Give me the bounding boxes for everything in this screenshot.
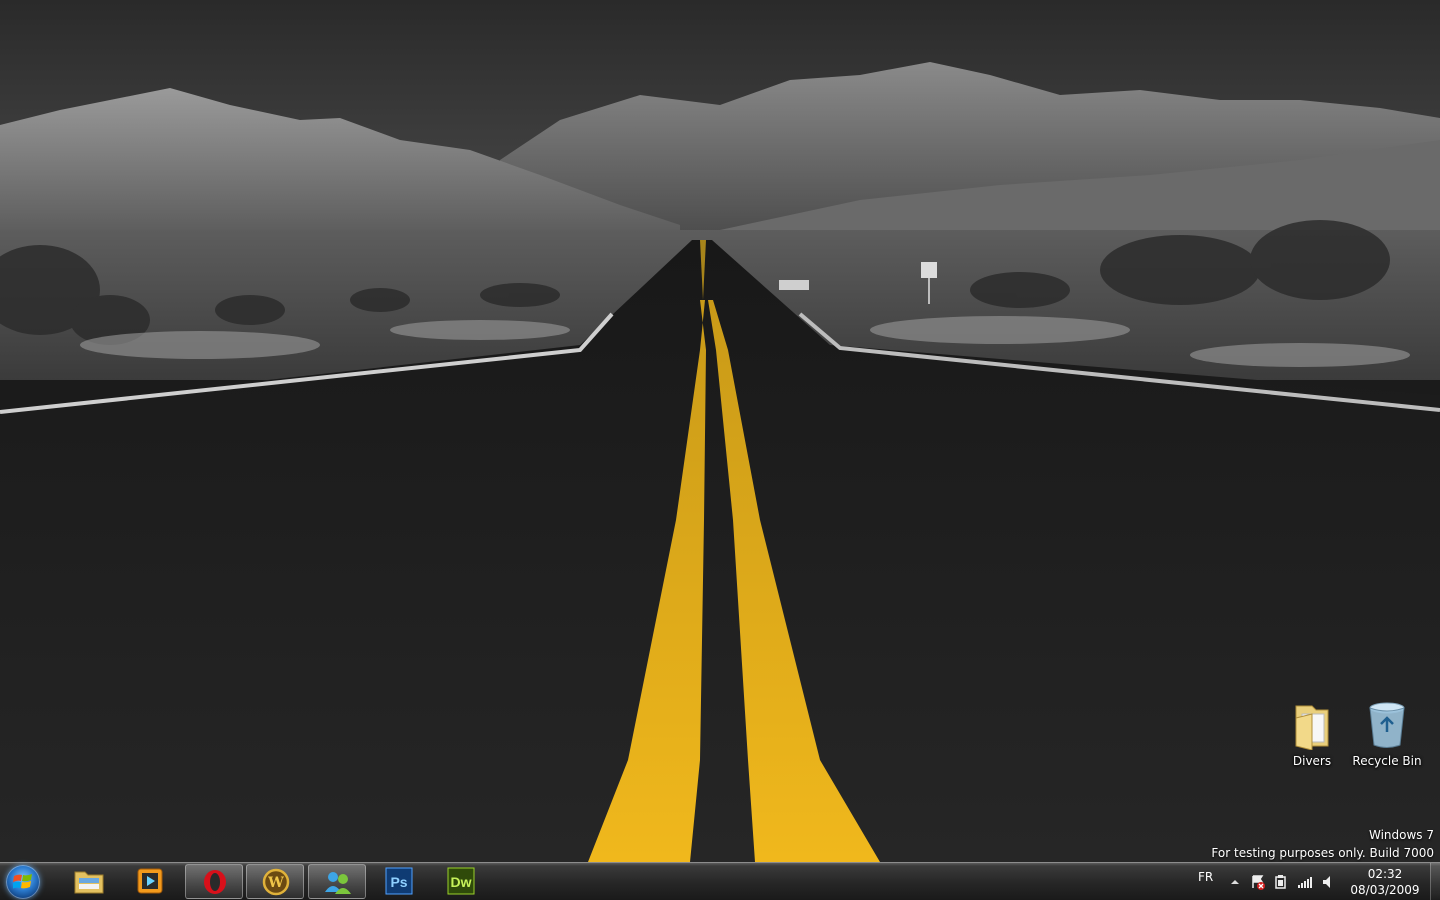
windows-logo-icon (13, 874, 32, 889)
folder-icon (1288, 700, 1336, 751)
taskbar-windows-explorer[interactable] (60, 864, 118, 899)
photoshop-icon-text: Ps (390, 874, 407, 890)
taskbar: W Ps Dw FR 02:32 08/03/2009 (0, 862, 1440, 900)
power-icon[interactable] (1273, 874, 1289, 890)
show-hidden-icons-icon[interactable] (1227, 874, 1243, 890)
svg-text:W: W (267, 875, 284, 891)
desktop-icon-label: Recycle Bin (1352, 754, 1422, 768)
clock-time: 02:32 (1367, 867, 1403, 881)
taskbar-media-player[interactable] (121, 864, 179, 899)
watermark-os-name: Windows 7 (1368, 828, 1434, 842)
watermark-build-info: For testing purposes only. Build 7000 (1211, 846, 1434, 860)
dreamweaver-icon: Dw (445, 867, 477, 895)
build-watermark: Windows 7 For testing purposes only. Bui… (1211, 826, 1434, 862)
taskbar-world-of-warcraft[interactable]: W (246, 864, 304, 899)
clock-date: 08/03/2009 (1350, 883, 1420, 897)
show-desktop-button[interactable] (1430, 863, 1440, 900)
dreamweaver-icon-text: Dw (451, 874, 472, 890)
language-indicator[interactable]: FR (1198, 870, 1213, 884)
desktop-wallpaper (0, 0, 1440, 862)
taskbar-dreamweaver[interactable]: Dw (432, 864, 490, 899)
world-of-warcraft-icon: W (260, 868, 292, 896)
messenger-icon (322, 868, 354, 896)
taskbar-photoshop[interactable]: Ps (370, 864, 428, 899)
opera-browser-icon (199, 868, 231, 896)
desktop-icon-label: Divers (1292, 754, 1332, 768)
photoshop-icon: Ps (383, 867, 415, 895)
start-button[interactable] (6, 865, 40, 899)
volume-icon[interactable] (1321, 874, 1337, 890)
media-player-icon (134, 867, 166, 895)
desktop-icon-divers[interactable]: Divers (1275, 700, 1349, 768)
taskbar-messenger[interactable] (308, 864, 366, 899)
recycle-bin-icon (1363, 700, 1411, 750)
clock[interactable]: 02:32 08/03/2009 (1348, 866, 1422, 898)
desktop-icon-recycle-bin[interactable]: Recycle Bin (1350, 700, 1424, 768)
taskbar-opera-browser[interactable] (185, 864, 243, 899)
network-signal-icon[interactable] (1297, 874, 1313, 890)
windows-explorer-icon (73, 867, 105, 895)
action-center-icon[interactable] (1250, 874, 1266, 890)
